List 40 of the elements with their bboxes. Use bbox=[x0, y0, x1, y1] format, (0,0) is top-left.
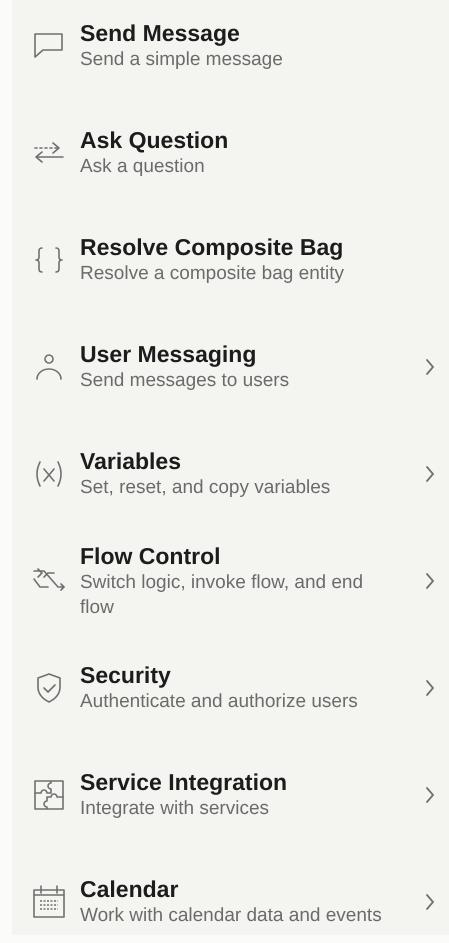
menu-item[interactable]: Flow Control Switch logic, invoke flow, and end flow bbox=[12, 527, 449, 634]
item-description: Integrate with services bbox=[80, 797, 270, 821]
puzzle-icon bbox=[33, 778, 65, 810]
chevron-right-icon bbox=[425, 786, 435, 804]
item-description: Switch logic, invoke flow, and end flow bbox=[80, 570, 364, 620]
menu-item[interactable]: Resolve Composite Bag Resolve a composite bag entity bbox=[12, 206, 449, 313]
item-description: Ask a question bbox=[80, 155, 206, 179]
chevron-right-icon bbox=[425, 572, 435, 590]
shield-check-icon bbox=[35, 672, 63, 704]
item-title: Service Integration bbox=[80, 768, 288, 796]
item-description: Work with calendar data and events bbox=[80, 904, 383, 928]
item-title: Variables bbox=[80, 447, 182, 475]
menu-item[interactable]: Calendar Work with calendar data and events bbox=[12, 848, 449, 943]
item-title: Resolve Composite Bag bbox=[80, 233, 344, 261]
item-title: User Messaging bbox=[80, 340, 258, 368]
braces-icon bbox=[34, 246, 64, 274]
user-icon bbox=[33, 352, 65, 382]
menu-item[interactable]: Variables Set, reset, and copy variables bbox=[12, 420, 449, 527]
menu-item[interactable]: User Messaging Send messages to users bbox=[12, 313, 449, 420]
item-title: Ask Question bbox=[80, 126, 230, 154]
item-description: Authenticate and authorize users bbox=[80, 690, 359, 714]
menu-item[interactable]: Ask Question Ask a question bbox=[12, 99, 449, 206]
calendar-icon bbox=[31, 884, 67, 920]
chevron-right-icon bbox=[425, 678, 435, 696]
menu-item[interactable]: Security Authenticate and authorize users bbox=[12, 634, 449, 741]
menu-item[interactable]: Send Message Send a simple message bbox=[12, 0, 449, 99]
item-description: Resolve a composite bag entity bbox=[80, 262, 346, 286]
item-description: Send a simple message bbox=[80, 48, 284, 72]
chat-bubble-icon bbox=[33, 30, 65, 60]
chevron-right-icon bbox=[425, 464, 435, 482]
chevron-right-icon bbox=[425, 892, 435, 910]
item-description: Set, reset, and copy variables bbox=[80, 476, 332, 500]
item-title: Flow Control bbox=[80, 542, 222, 570]
item-title: Send Message bbox=[80, 19, 241, 47]
menu-item[interactable]: Service Integration Integrate with services bbox=[12, 741, 449, 848]
chevron-right-icon bbox=[425, 358, 435, 376]
item-description: Send messages to users bbox=[80, 369, 290, 393]
item-title: Calendar bbox=[80, 875, 180, 903]
item-title: Security bbox=[80, 661, 172, 689]
arrows-icon bbox=[33, 140, 65, 166]
